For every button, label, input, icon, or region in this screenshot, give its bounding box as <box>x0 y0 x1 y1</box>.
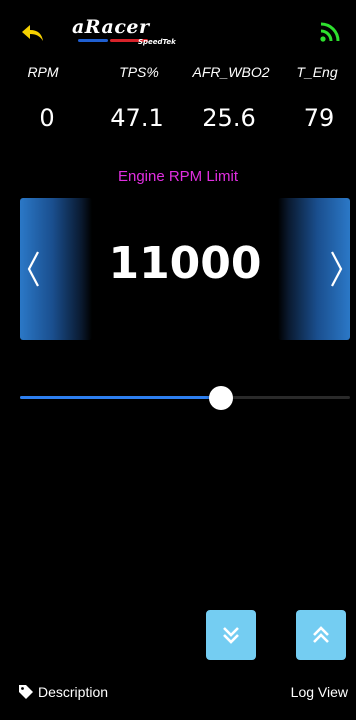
metric-value-rpm: 0 <box>39 104 55 132</box>
metric-value-tps: 47.1 <box>110 104 164 132</box>
metric-label-teng: T_Eng <box>296 64 338 80</box>
description-label: Description <box>38 684 109 700</box>
live-metrics: RPM TPS% AFR_WBO2 T_Eng 0 47.1 25.6 79 <box>0 60 356 140</box>
metric-value-teng: 79 <box>303 104 335 132</box>
step-up-button[interactable] <box>296 610 346 660</box>
app-header: aRacer SpeedTek <box>0 0 356 58</box>
metric-value-afr: 25.6 <box>202 104 256 132</box>
logo-sub-text: SpeedTek <box>138 38 176 46</box>
signal-icon <box>320 22 340 42</box>
slider-thumb[interactable] <box>209 386 234 410</box>
metric-label-rpm: RPM <box>27 64 59 80</box>
chevron-left-icon <box>27 251 39 287</box>
description-button[interactable]: Description <box>18 684 108 700</box>
double-chevron-up-icon <box>313 626 329 643</box>
metric-label-tps: TPS% <box>119 64 159 80</box>
slider-fill <box>20 396 222 399</box>
aracer-logo: aRacer SpeedTek <box>72 16 182 46</box>
double-chevron-down-icon <box>223 627 239 644</box>
logo-main-text: aRacer <box>72 16 150 38</box>
back-button[interactable] <box>18 20 48 46</box>
parameter-value: 11000 <box>108 238 262 289</box>
chevron-right-icon <box>331 251 343 287</box>
step-down-button[interactable] <box>206 610 256 660</box>
log-view-button[interactable]: Log View <box>291 684 348 700</box>
logo-stripe-blue <box>78 39 108 42</box>
metric-label-afr: AFR_WBO2 <box>192 64 270 80</box>
parameter-slider[interactable] <box>20 384 350 410</box>
back-arrow-icon <box>22 25 43 41</box>
parameter-title: Engine RPM Limit <box>117 168 239 185</box>
tag-icon <box>19 685 33 699</box>
previous-parameter-button[interactable] <box>20 198 92 340</box>
next-parameter-button[interactable] <box>278 198 350 340</box>
